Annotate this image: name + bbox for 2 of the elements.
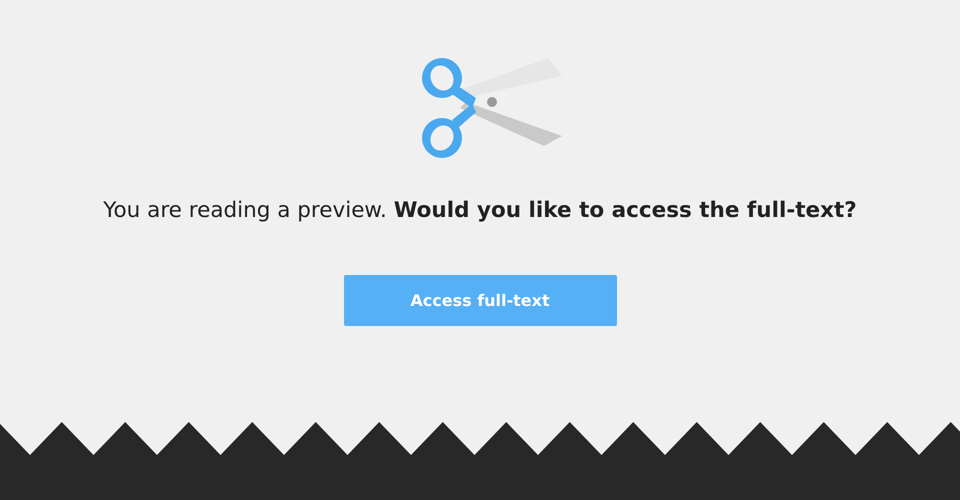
- access-button[interactable]: Access full-text: [344, 275, 616, 326]
- preview-message: You are reading a preview. Would you like to access the full-text?: [103, 198, 857, 223]
